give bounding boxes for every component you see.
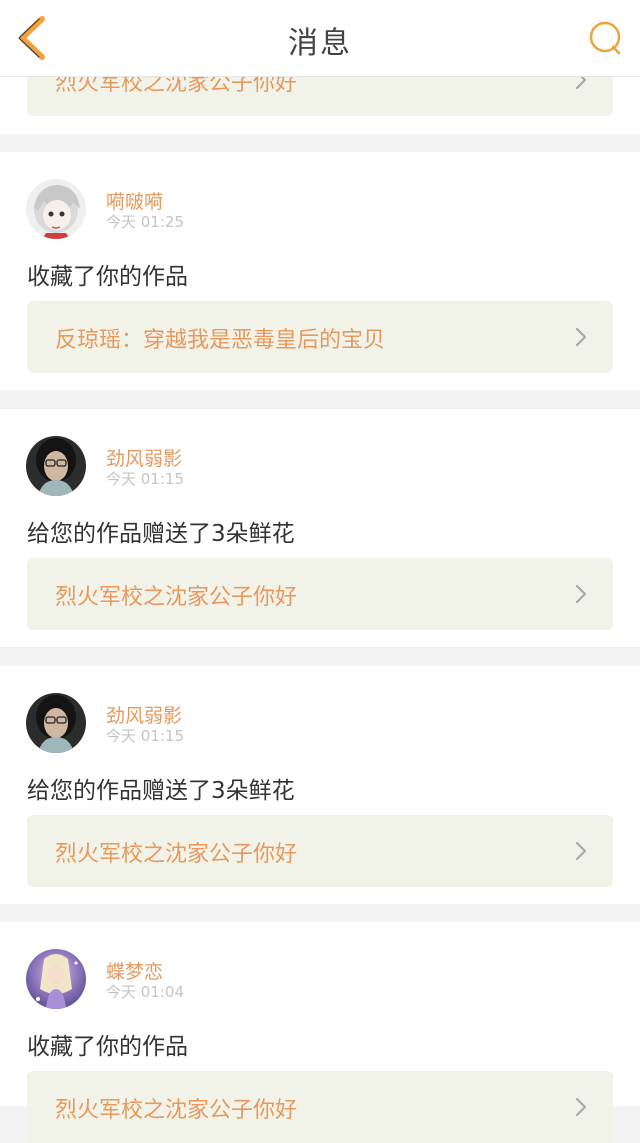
notification-card: 嗬啵嗬 今天 01:25 收藏了你的作品 反琼瑶：穿越我是恶毒皇后的宝贝 [0, 152, 640, 390]
action-text: 给您的作品赠送了3朵鲜花 [27, 778, 295, 804]
avatar[interactable] [26, 436, 86, 496]
person-avatar-image [26, 693, 86, 753]
work-title: 反琼瑶：穿越我是恶毒皇后的宝贝 [55, 328, 386, 353]
search-button[interactable] [586, 18, 626, 58]
action-text: 收藏了你的作品 [27, 264, 188, 290]
notification-card: 劲风弱影 今天 01:15 给您的作品赠送了3朵鲜花 烈火军校之沈家公子你好 [0, 666, 640, 904]
work-link[interactable]: 烈火军校之沈家公子你好 [27, 815, 613, 887]
notification-card: 蝶梦恋 今天 01:04 收藏了你的作品 烈火军校之沈家公子你好 [0, 922, 640, 1143]
search-icon [589, 21, 621, 55]
username[interactable]: 劲风弱影 [106, 444, 182, 471]
timestamp: 今天 01:15 [106, 727, 184, 745]
notification-card: 劲风弱影 今天 01:15 给您的作品赠送了3朵鲜花 烈火军校之沈家公子你好 [0, 409, 640, 647]
chevron-right-icon [575, 584, 587, 604]
chevron-right-icon [575, 841, 587, 861]
work-link[interactable]: 烈火军校之沈家公子你好 [27, 558, 613, 630]
username[interactable]: 嗬啵嗬 [106, 187, 163, 214]
top-nav-bar: 消息 [0, 0, 640, 77]
work-title: 烈火军校之沈家公子你好 [55, 842, 298, 867]
anime-avatar-image [26, 179, 86, 239]
timestamp: 今天 01:04 [106, 983, 184, 1001]
page-title: 消息 [288, 26, 352, 61]
avatar[interactable] [26, 179, 86, 239]
timestamp: 今天 01:15 [106, 470, 184, 488]
chevron-right-icon [575, 327, 587, 347]
chevron-right-icon [575, 1097, 587, 1117]
person-avatar-image [26, 436, 86, 496]
username[interactable]: 蝶梦恋 [106, 957, 163, 984]
work-link[interactable]: 反琼瑶：穿越我是恶毒皇后的宝贝 [27, 301, 613, 373]
avatar[interactable] [26, 693, 86, 753]
work-title: 烈火军校之沈家公子你好 [55, 585, 298, 610]
username[interactable]: 劲风弱影 [106, 701, 182, 728]
timestamp: 今天 01:25 [106, 213, 184, 231]
action-text: 给您的作品赠送了3朵鲜花 [27, 521, 295, 547]
avatar[interactable] [26, 949, 86, 1009]
action-text: 收藏了你的作品 [27, 1034, 188, 1060]
fantasy-avatar-image [26, 949, 86, 1009]
work-title: 烈火军校之沈家公子你好 [55, 1098, 298, 1123]
work-link[interactable]: 烈火军校之沈家公子你好 [27, 1071, 613, 1143]
